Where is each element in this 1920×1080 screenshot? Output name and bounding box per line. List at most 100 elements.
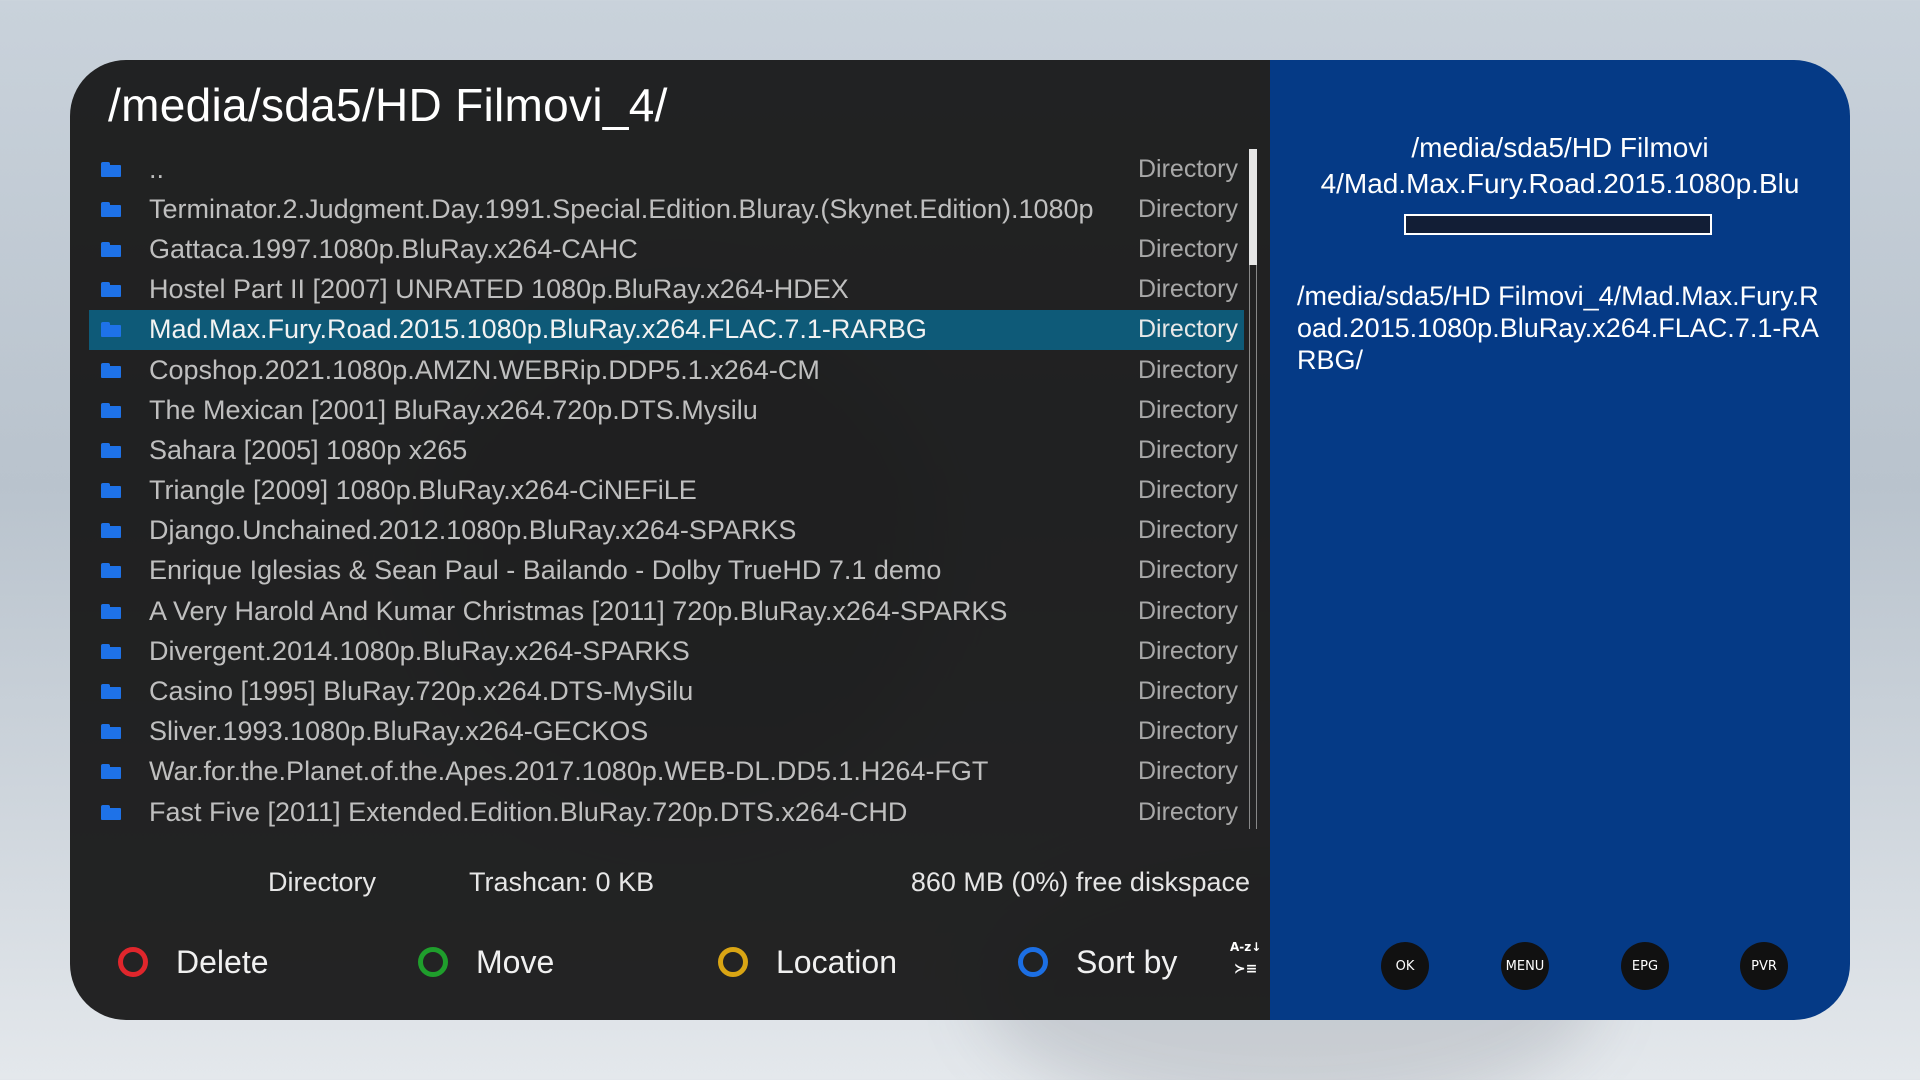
item-type: Directory [1137, 435, 1238, 464]
folder-icon [101, 643, 121, 659]
item-name: Hostel Part II [2007] UNRATED 1080p.BluR… [149, 274, 849, 305]
delete-label: Delete [176, 943, 269, 980]
item-type: Directory [1137, 757, 1238, 786]
list-item[interactable]: Terminator.2.Judgment.Day.1991.Special.E… [89, 189, 1244, 229]
list-item[interactable]: A Very Harold And Kumar Christmas [2011]… [89, 591, 1244, 631]
item-name: Gattaca.1997.1080p.BluRay.x264-CAHC [149, 233, 638, 264]
sort-icon-bottom: ≻≡ [1233, 961, 1258, 977]
item-name: War.for.the.Planet.of.the.Apes.2017.1080… [149, 756, 989, 787]
item-type: Directory [1137, 556, 1238, 585]
item-type: Directory [1137, 636, 1238, 665]
list-item[interactable]: Sliver.1993.1080p.BluRay.x264-GECKOS Dire… [89, 712, 1244, 752]
folder-icon [101, 282, 121, 298]
selected-type-label: Directory [268, 867, 377, 897]
red-circle-icon [118, 947, 148, 977]
sort-by-label: Sort by [1076, 943, 1178, 980]
folder-icon [101, 241, 121, 257]
list-item[interactable]: .. Directory [89, 149, 1244, 189]
list-item[interactable]: Gattaca.1997.1080p.BluRay.x264-CAHC Direc… [89, 229, 1244, 269]
item-name: Copshop.2021.1080p.AMZN.WEBRip.DDP5.1.x2… [149, 354, 820, 385]
menu-key-icon[interactable]: MENU [1501, 942, 1549, 990]
list-item[interactable]: War.for.the.Planet.of.the.Apes.2017.1080… [89, 752, 1244, 792]
folder-icon [101, 804, 121, 820]
folder-icon [101, 362, 121, 378]
delete-button[interactable]: Delete [118, 937, 269, 987]
trashcan-label: Trashcan: 0 KB [469, 867, 655, 897]
info-title: /media/sda5/HD Filmovi 4/Mad.Max.Fury.Ro… [1320, 132, 1800, 199]
folder-icon [101, 322, 121, 338]
move-button[interactable]: Move [418, 937, 554, 987]
scrollbar-thumb[interactable] [1249, 149, 1257, 265]
item-type: Directory [1137, 677, 1238, 706]
file-list[interactable]: .. Directory Terminator.2.Judgment.Day.199… [89, 149, 1244, 832]
folder-icon [101, 523, 121, 539]
item-type: Directory [1137, 395, 1238, 424]
list-item[interactable]: Django.Unchained.2012.1080p.BluRay.x264-… [89, 511, 1244, 551]
list-item[interactable]: Hostel Part II [2007] UNRATED 1080p.BluR… [89, 270, 1244, 310]
location-label: Location [776, 943, 897, 980]
item-name: Django.Unchained.2012.1080p.BluRay.x264-… [149, 515, 797, 546]
item-name: Casino [1995] BluRay.720p.x264.DTS-MySil… [149, 676, 694, 707]
item-name: Mad.Max.Fury.Road.2015.1080p.BluRay.x264… [149, 314, 927, 345]
folder-icon [101, 684, 121, 700]
item-name: A Very Harold And Kumar Christmas [2011]… [149, 595, 1008, 626]
progress-bar [1404, 214, 1712, 235]
item-type: Directory [1137, 476, 1238, 505]
item-name: Triangle [2009] 1080p.BluRay.x264-CiNEFi… [149, 475, 697, 506]
folder-icon [101, 563, 121, 579]
list-item-selected[interactable]: Mad.Max.Fury.Road.2015.1080p.BluRay.x264… [89, 309, 1244, 350]
item-type: Directory [1137, 315, 1238, 344]
folder-icon [101, 603, 121, 619]
info-panel: /media/sda5/HD Filmovi 4/Mad.Max.Fury.Ro… [1270, 60, 1850, 1020]
color-button-bar: Delete Move Location Sort by [70, 937, 1270, 987]
green-circle-icon [418, 947, 448, 977]
item-type: Directory [1137, 355, 1238, 384]
move-label: Move [476, 943, 555, 980]
item-type: Directory [1137, 154, 1238, 183]
item-type: Directory [1137, 516, 1238, 545]
list-item[interactable]: Fast Five [2011] Extended.Edition.BluRay… [89, 792, 1244, 832]
epg-key-icon[interactable]: EPG [1621, 942, 1669, 990]
item-name: Sahara [2005] 1080p x265 [149, 434, 468, 465]
item-name: .. [149, 153, 165, 184]
list-item[interactable]: Divergent.2014.1080p.BluRay.x264-SPARKS D… [89, 631, 1244, 671]
item-type: Directory [1137, 275, 1238, 304]
folder-icon [101, 161, 121, 177]
item-name: The Mexican [2001] BluRay.x264.720p.DTS.… [149, 394, 758, 425]
list-item[interactable]: The Mexican [2001] BluRay.x264.720p.DTS.… [89, 390, 1244, 430]
diskspace-label: 860 MB (0%) free diskspace [910, 867, 1250, 897]
pvr-key-icon[interactable]: PVR [1740, 942, 1788, 990]
item-name: Divergent.2014.1080p.BluRay.x264-SPARKS [149, 635, 690, 666]
item-type: Directory [1137, 797, 1238, 826]
folder-icon [101, 442, 121, 458]
list-item[interactable]: Enrique Iglesias & Sean Paul - Bailando … [89, 551, 1244, 591]
list-item[interactable]: Triangle [2009] 1080p.BluRay.x264-CiNEFi… [89, 471, 1244, 511]
sort-order-icon[interactable]: A-z↓ ≻≡ [1230, 936, 1261, 980]
file-list-panel: /media/sda5/HD Filmovi_4/ .. Directory Ter… [70, 60, 1270, 1020]
list-item[interactable]: Casino [1995] BluRay.720p.x264.DTS-MySil… [89, 671, 1244, 711]
item-name: Sliver.1993.1080p.BluRay.x264-GECKOS [149, 716, 649, 747]
folder-icon [101, 402, 121, 418]
location-button[interactable]: Location [718, 937, 897, 987]
item-type: Directory [1137, 234, 1238, 263]
list-item[interactable]: Sahara [2005] 1080p x265 Directory [89, 430, 1244, 470]
ok-key-icon[interactable]: OK [1381, 942, 1429, 990]
blue-circle-icon [1018, 947, 1048, 977]
item-name: Fast Five [2011] Extended.Edition.BluRay… [149, 796, 908, 827]
info-full-path: /media/sda5/HD Filmovi_4/Mad.Max.Fury.Ro… [1297, 281, 1819, 375]
current-path-title: /media/sda5/HD Filmovi_4/ [108, 79, 668, 131]
movie-browser-window: /media/sda5/HD Filmovi_4/ .. Directory Ter… [70, 60, 1850, 1020]
folder-icon [101, 764, 121, 780]
item-name: Terminator.2.Judgment.Day.1991.Special.E… [149, 193, 1094, 224]
sort-by-button[interactable]: Sort by [1018, 937, 1177, 987]
item-type: Directory [1137, 194, 1238, 223]
folder-icon [101, 201, 121, 217]
list-item[interactable]: Copshop.2021.1080p.AMZN.WEBRip.DDP5.1.x2… [89, 350, 1244, 390]
item-name: Enrique Iglesias & Sean Paul - Bailando … [149, 555, 942, 586]
folder-icon [101, 483, 121, 499]
sort-icon-top: A-z↓ [1230, 940, 1262, 954]
yellow-circle-icon [718, 947, 748, 977]
item-type: Directory [1137, 717, 1238, 746]
folder-icon [101, 724, 121, 740]
item-type: Directory [1137, 596, 1238, 625]
